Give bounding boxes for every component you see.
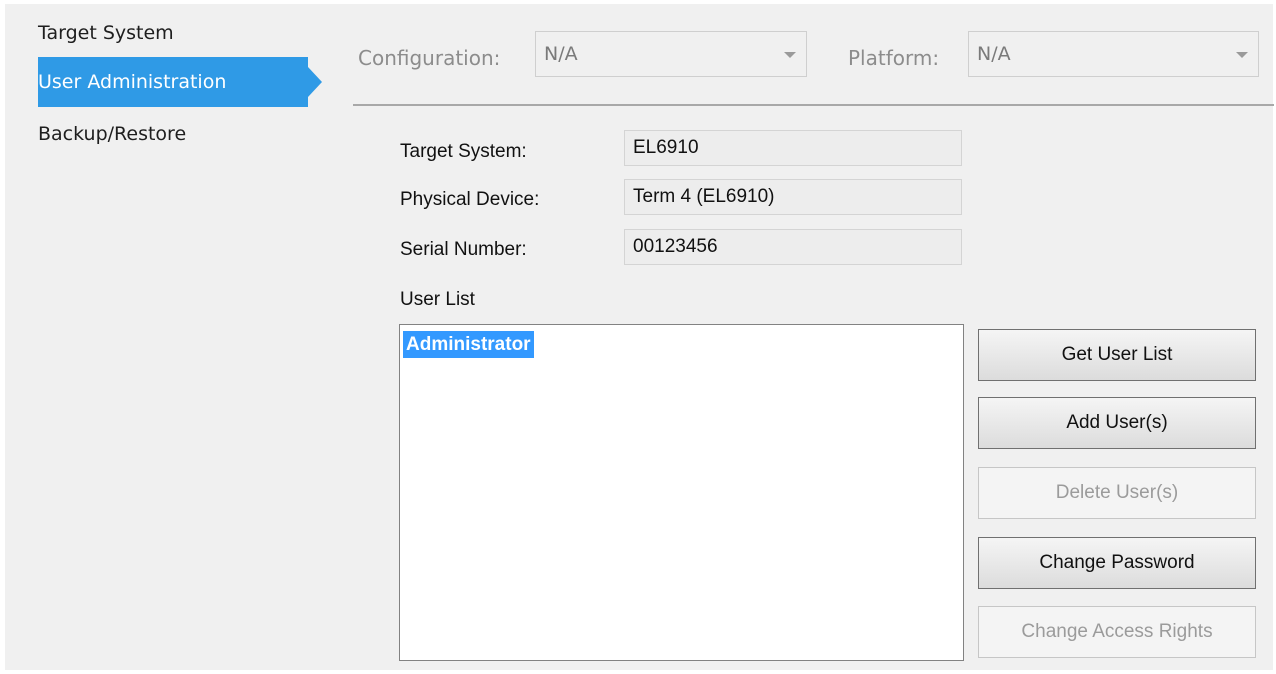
- delete-users-button[interactable]: Delete User(s): [978, 467, 1256, 519]
- configuration-select[interactable]: N/A: [535, 31, 807, 77]
- window: Target System User Administration Backup…: [0, 0, 1276, 674]
- platform-value: N/A: [977, 43, 1011, 65]
- divider: [353, 104, 1274, 106]
- nav-item-user-administration[interactable]: User Administration: [38, 57, 322, 107]
- chevron-down-icon: [784, 52, 796, 58]
- user-list-heading: User List: [400, 289, 475, 310]
- configuration-value: N/A: [544, 43, 578, 65]
- nav-item-backup-restore[interactable]: Backup/Restore: [38, 109, 308, 159]
- platform-select[interactable]: N/A: [968, 31, 1259, 77]
- change-access-rights-button[interactable]: Change Access Rights: [978, 606, 1256, 658]
- nav-item-target-system[interactable]: Target System: [38, 8, 308, 58]
- nav-item-label: User Administration: [38, 71, 227, 93]
- serial-number-field: 00123456: [624, 229, 962, 265]
- nav-item-label: Backup/Restore: [38, 123, 187, 145]
- platform-label: Platform:: [848, 46, 940, 70]
- configuration-label: Configuration:: [358, 46, 501, 70]
- user-listbox[interactable]: Administrator: [399, 324, 964, 661]
- list-item-selected[interactable]: Administrator: [403, 331, 534, 358]
- serial-number-label: Serial Number:: [400, 239, 527, 260]
- physical-device-label: Physical Device:: [400, 189, 540, 210]
- chevron-down-icon: [1236, 52, 1248, 58]
- add-users-button[interactable]: Add User(s): [978, 397, 1256, 449]
- nav-item-label: Target System: [38, 22, 174, 44]
- target-system-field: EL6910: [624, 130, 962, 166]
- target-system-label: Target System:: [400, 141, 527, 162]
- change-password-button[interactable]: Change Password: [978, 537, 1256, 589]
- get-user-list-button[interactable]: Get User List: [978, 329, 1256, 381]
- physical-device-field: Term 4 (EL6910): [624, 179, 962, 215]
